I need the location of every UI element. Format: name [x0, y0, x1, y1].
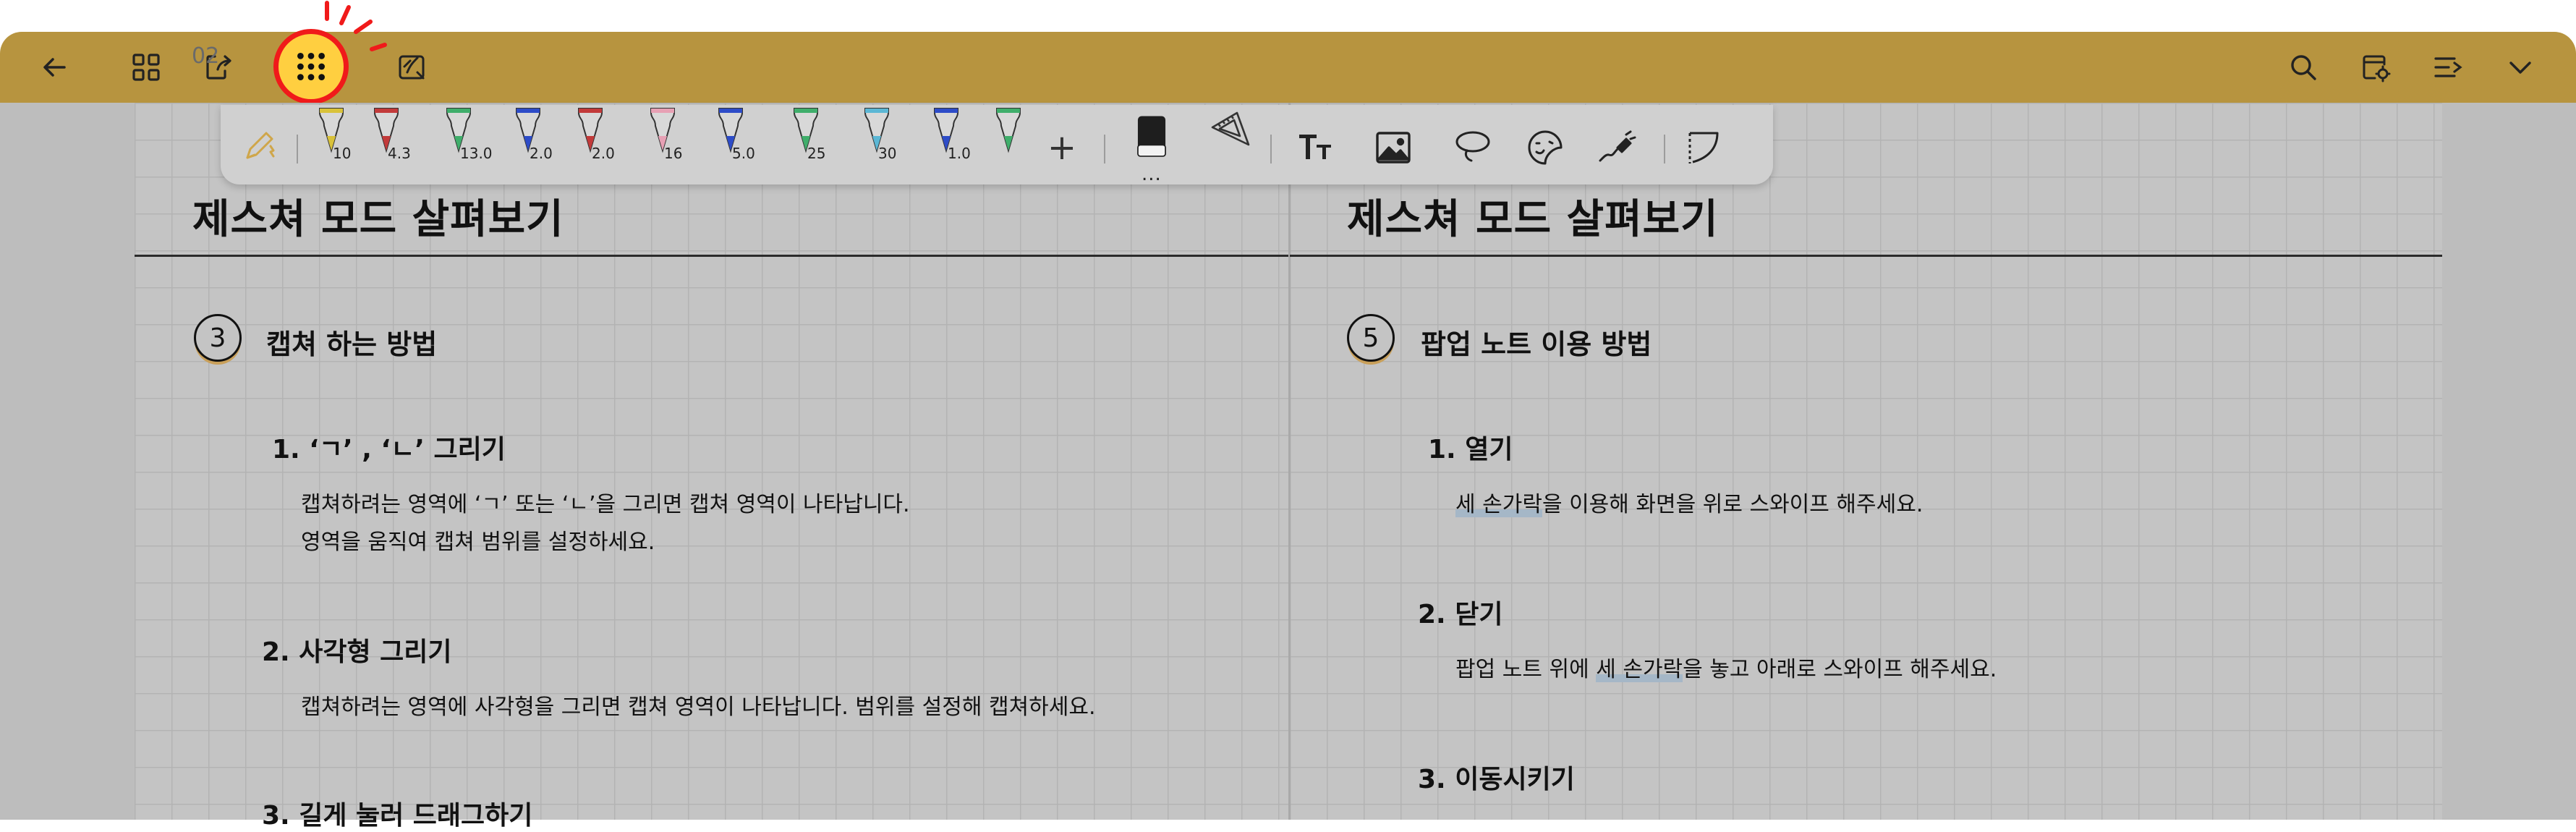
- list-icon[interactable]: [2429, 48, 2467, 86]
- highlighted-text: 세 손가락: [1596, 657, 1683, 682]
- text-span: 을 놓고 아래로 스와이프 해주세요.: [1683, 657, 1997, 682]
- text-icon[interactable]: [1293, 124, 1340, 171]
- separator: [1664, 135, 1665, 164]
- item-text: 캡쳐하려는 영역에 사각형을 그리면 캡쳐 영역이 나타납니다. 범위를 설정해…: [301, 695, 1096, 720]
- search-icon[interactable]: [2284, 48, 2322, 86]
- item-text: 세 손가락을 이용해 화면을 위로 스와이프 해주세요.: [1455, 486, 1923, 518]
- gesture-mode-icon[interactable]: [394, 48, 431, 86]
- item-title: 1. ‘ㄱ’ , ‘ㄴ’ 그리기: [272, 435, 506, 464]
- pen-size-label: 13.0: [460, 145, 493, 162]
- page-divider: [1288, 103, 1291, 820]
- lasso-icon[interactable]: [1450, 124, 1496, 171]
- pen-mode-icon[interactable]: [237, 123, 284, 169]
- image-icon[interactable]: [1370, 124, 1416, 171]
- title-rule: [1290, 255, 2442, 257]
- section-title: 팝업 노트 이용 방법: [1421, 328, 1652, 360]
- ruler-icon[interactable]: [1207, 109, 1253, 155]
- item-title: 3. 이동시키기: [1418, 765, 1575, 794]
- pen-size-label: 2.0: [592, 145, 615, 162]
- item-text: 캡쳐하려는 영역에 ‘ㄱ’ 또는 ‘ㄴ’을 그리면 캡쳐 영역이 나타납니다.: [301, 492, 910, 517]
- item-title: 2. 닫기: [1418, 600, 1503, 629]
- separator: [1270, 135, 1272, 164]
- text-span: 팝업 노트 위에: [1455, 657, 1597, 682]
- add-label: +: [1047, 127, 1077, 168]
- pen-size-label: 1.0: [948, 145, 971, 162]
- item-title: 2. 사각형 그리기: [262, 637, 452, 667]
- pen-tool-11[interactable]: [988, 108, 1029, 171]
- arrow-left-icon[interactable]: [36, 48, 74, 86]
- title-rule: [135, 255, 1288, 257]
- item-title: 1. 열기: [1428, 435, 1513, 464]
- pen-size-label: 2.0: [530, 145, 553, 162]
- pen-icon: [996, 108, 1021, 153]
- section-number-badge: 3: [194, 314, 242, 362]
- pen-size-label: 10: [333, 145, 352, 162]
- grid-icon[interactable]: [127, 48, 165, 86]
- chevron-down-icon[interactable]: [2501, 48, 2539, 86]
- page-settings-icon[interactable]: [2357, 48, 2394, 86]
- pen-size-label: 4.3: [388, 145, 411, 162]
- section-title: 캡쳐 하는 방법: [266, 328, 438, 360]
- item-text: 팝업 노트 위에 세 손가락을 놓고 아래로 스와이프 해주세요.: [1455, 651, 1997, 683]
- item-title: 3. 길게 눌러 드래그하기: [262, 801, 533, 831]
- pen-size-label: 5.0: [732, 145, 755, 162]
- pen-size-label: 30: [878, 145, 897, 162]
- section-number-badge: 5: [1347, 314, 1395, 362]
- dots-grid-icon[interactable]: [273, 29, 349, 104]
- eraser-more[interactable]: ...: [1142, 164, 1162, 185]
- left-page-title: 제스쳐 모드 살펴보기: [192, 196, 564, 243]
- separator: [297, 135, 298, 164]
- item-text: 영역을 움직여 캡쳐 범위를 설정하세요.: [301, 530, 655, 555]
- pen-size-label: 16: [664, 145, 683, 162]
- highlighted-text: 세 손가락: [1455, 492, 1542, 517]
- separator: [1104, 135, 1105, 164]
- right-page-title: 제스쳐 모드 살펴보기: [1347, 196, 1719, 243]
- sticker-icon[interactable]: [1522, 124, 1568, 171]
- laser-pointer-icon[interactable]: [1594, 124, 1641, 171]
- add-pen-button[interactable]: +: [1039, 124, 1085, 171]
- text-span: 을 이용해 화면을 위로 스와이프 해주세요.: [1542, 492, 1924, 517]
- shape-icon[interactable]: [1683, 124, 1729, 171]
- page-number: 02: [192, 43, 220, 69]
- pen-size-label: 25: [807, 145, 826, 162]
